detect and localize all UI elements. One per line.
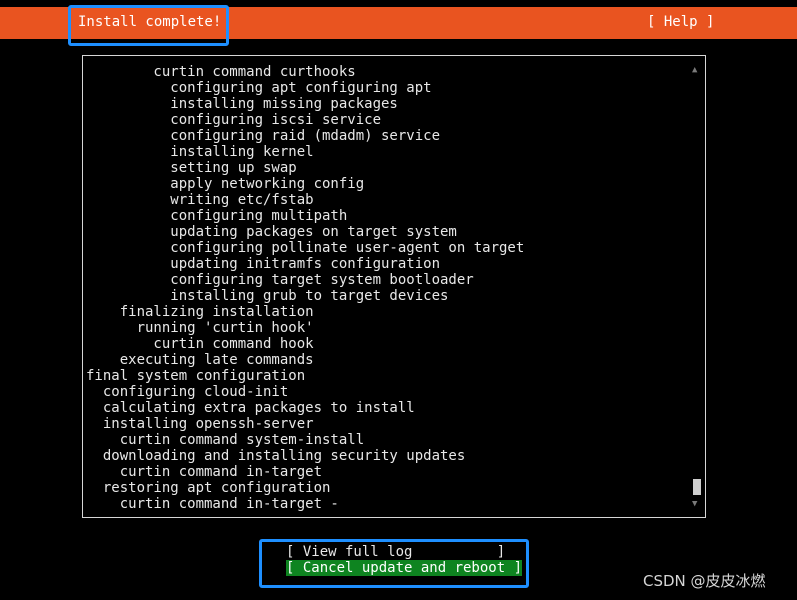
log-line: setting up swap xyxy=(86,160,297,176)
log-line: curtin command in-target - xyxy=(86,496,339,512)
log-line: configuring multipath xyxy=(86,208,348,224)
log-line: configuring raid (mdadm) service xyxy=(86,128,441,144)
log-line: configuring iscsi service xyxy=(86,112,382,128)
log-line: installing grub to target devices xyxy=(86,288,449,304)
scrollbar-thumb[interactable] xyxy=(693,479,701,495)
log-line: restoring apt configuration xyxy=(86,480,331,496)
log-line: final system configuration xyxy=(86,368,306,384)
log-line: installing missing packages xyxy=(86,96,398,112)
log-line: finalizing installation xyxy=(86,304,314,320)
title-highlight-box xyxy=(68,5,229,46)
log-line: updating initramfs configuration xyxy=(86,256,441,272)
install-log-panel[interactable]: curtin command curthooks configuring apt… xyxy=(82,55,706,518)
log-line: apply networking config xyxy=(86,176,365,192)
log-line: calculating extra packages to install xyxy=(86,400,415,416)
log-line: curtin command system-install xyxy=(86,432,365,448)
scroll-down-icon[interactable]: ▼ xyxy=(692,499,697,509)
buttons-highlight-box xyxy=(259,539,529,588)
log-line: curtin command hook xyxy=(86,336,314,352)
log-line: updating packages on target system xyxy=(86,224,457,240)
log-line: running 'curtin hook' xyxy=(86,320,314,336)
log-line: writing etc/fstab xyxy=(86,192,314,208)
log-line: configuring pollinate user-agent on targ… xyxy=(86,240,525,256)
log-line: installing openssh-server xyxy=(86,416,314,432)
log-line: downloading and installing security upda… xyxy=(86,448,466,464)
install-log-list: curtin command curthooks configuring apt… xyxy=(86,64,524,512)
log-line: configuring target system bootloader xyxy=(86,272,474,288)
log-line: curtin command in-target xyxy=(86,464,323,480)
help-button[interactable]: [ Help ] xyxy=(647,14,714,31)
log-line: installing kernel xyxy=(86,144,314,160)
watermark: CSDN @皮皮冰燃 xyxy=(643,572,766,590)
log-line: executing late commands xyxy=(86,352,314,368)
log-line: configuring apt configuring apt xyxy=(86,80,432,96)
log-line: curtin command curthooks xyxy=(86,64,356,80)
log-line: configuring cloud-init xyxy=(86,384,289,400)
scroll-up-icon[interactable]: ▲ xyxy=(692,65,697,75)
